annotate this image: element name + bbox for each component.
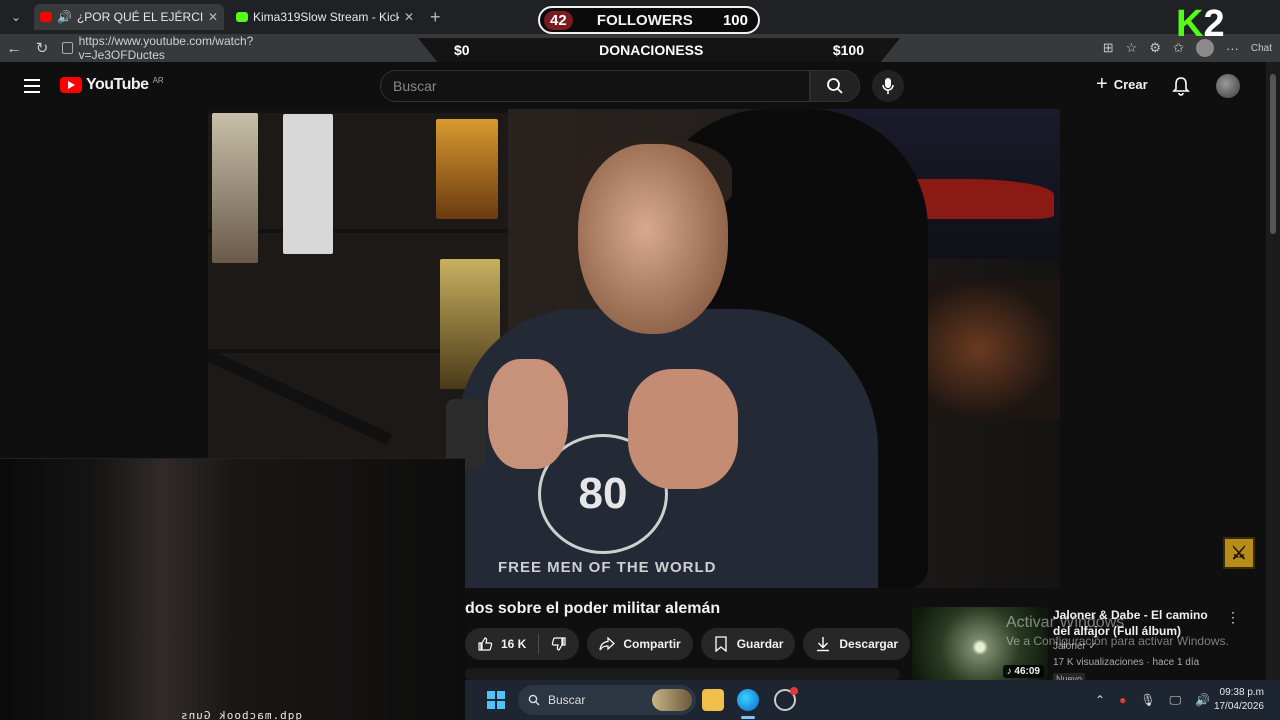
thumbs-up-icon [477, 636, 493, 652]
person-head [578, 144, 728, 334]
speaker-icon[interactable]: 🔊 [57, 10, 72, 24]
favorite-star-icon[interactable]: ☆ [1126, 40, 1138, 56]
search-highlight-art [652, 689, 692, 711]
share-icon [599, 636, 616, 652]
close-tab-icon[interactable]: ✕ [208, 10, 218, 24]
kick-favicon-icon [236, 12, 248, 22]
like-count: 16 K [501, 637, 527, 651]
tab-title: ¿POR QUÉ EL EJÉRCITO NAZI [76, 10, 203, 24]
create-button[interactable]: + Crear [1096, 73, 1148, 95]
video-title: dos sobre el poder militar alemán [465, 600, 721, 617]
comment-box-edge [465, 668, 900, 680]
like-button[interactable]: 16 K [465, 628, 538, 660]
windows-activation-watermark: Activar Windows Ve a Configuración para … [1006, 614, 1229, 648]
poster [212, 113, 258, 263]
scrollbar-thumb[interactable] [1270, 74, 1276, 234]
webcam-overlay: ggb.macbook Guns [0, 458, 465, 720]
tab-list-button[interactable]: ⌄ [4, 5, 28, 29]
taskbar-clock[interactable]: 09:38 p.m 17/04/2026 [1214, 686, 1264, 714]
followers-current: 42 [544, 10, 573, 30]
windows-taskbar: Buscar ⌃ ● 🎙 🖵 🔊 09:38 p.m 17/04/2026 [465, 680, 1280, 720]
share-button[interactable]: Compartir [587, 628, 693, 660]
video-duration: ♪ 46:09 [1002, 665, 1044, 678]
donations-current: $0 [454, 42, 470, 58]
more-options-icon[interactable]: ··· [1226, 41, 1239, 56]
search-button[interactable] [810, 70, 860, 102]
clock-date: 17/04/2026 [1213, 701, 1264, 712]
account-avatar[interactable] [1216, 74, 1240, 98]
extensions-icon[interactable]: ⚙ [1149, 40, 1161, 56]
taskbar-search[interactable]: Buscar [518, 685, 696, 715]
followers-goal-overlay: 42 FOLLOWERS 100 [538, 6, 760, 34]
search-icon [827, 78, 843, 94]
new-tab-icon[interactable]: + [430, 7, 441, 28]
tab-title: Kima319Slow Stream - Kick Dashb [253, 10, 399, 24]
save-button[interactable]: Guardar [700, 628, 796, 660]
left-hand [488, 359, 568, 469]
reload-icon[interactable]: ↻ [28, 39, 56, 57]
shirt-text: FREE MEN OF THE WORLD [498, 559, 717, 576]
webcam-mirrored-text: ggb.macbook Guns [180, 709, 302, 720]
split-screen-icon[interactable]: ⊞ [1103, 40, 1114, 56]
search-icon [528, 694, 540, 706]
microphone-icon [882, 78, 894, 94]
network-icon[interactable]: 🖵 [1170, 693, 1182, 708]
show-hidden-icons-icon[interactable]: ⌃ [1095, 693, 1105, 707]
download-icon [815, 636, 831, 652]
security-alert-icon[interactable]: ● [1119, 693, 1126, 707]
like-dislike-group: 16 K [465, 628, 580, 660]
menu-icon[interactable] [24, 79, 40, 93]
followers-goal: 100 [722, 11, 748, 29]
edge-browser-icon[interactable] [737, 689, 759, 711]
volume-icon[interactable]: 🔊 [1195, 693, 1210, 707]
poster [283, 114, 333, 254]
back-icon[interactable]: ← [0, 40, 28, 57]
url-text: https://www.youtube.com/watch?v=Je3OFDuc… [78, 34, 254, 62]
tab-youtube[interactable]: 🔊 ¿POR QUÉ EL EJÉRCITO NAZI ✕ [34, 4, 224, 30]
chat-button[interactable]: Chat [1251, 43, 1272, 54]
donations-goal: $100 [832, 42, 864, 58]
clock-time: 09:38 p.m [1219, 687, 1264, 698]
plus-icon: + [1096, 73, 1108, 95]
thumbs-down-icon [551, 636, 567, 652]
url-field[interactable]: https://www.youtube.com/watch?v=Je3OFDuc… [62, 34, 302, 62]
file-explorer-icon[interactable] [702, 689, 724, 711]
page-scrollbar[interactable] [1266, 62, 1280, 680]
youtube-favicon-icon [40, 12, 52, 22]
chat-app-icon[interactable] [774, 687, 798, 711]
youtube-logo[interactable]: YouTube AR [60, 76, 164, 94]
channel-watermark-icon[interactable]: ⚔ [1223, 537, 1255, 569]
k2-logo: K2 [1176, 3, 1225, 45]
search-input[interactable]: Buscar [380, 70, 810, 102]
microphone-icon[interactable]: 🎙 [1140, 693, 1155, 707]
voice-search-button[interactable] [872, 70, 904, 102]
close-tab-icon[interactable]: ✕ [404, 10, 414, 24]
active-app-indicator [741, 716, 755, 719]
followers-label: FOLLOWERS [596, 11, 693, 29]
screen: ⌄ 🔊 ¿POR QUÉ EL EJÉRCITO NAZI ✕ Kima319S… [0, 0, 1280, 720]
system-tray: ⌃ ● 🎙 🖵 🔊 [1095, 680, 1210, 720]
bookmark-icon [713, 636, 729, 652]
youtube-header: YouTube AR Buscar + Crear [0, 62, 1266, 110]
windows-start-icon[interactable] [487, 691, 505, 709]
donations-label: DONACIONESS [599, 42, 704, 58]
site-info-icon[interactable] [62, 42, 73, 54]
video-actions: 16 K Compartir Guardar Descargar [465, 628, 951, 660]
tab-kick[interactable]: Kima319Slow Stream - Kick Dashb ✕ [230, 4, 420, 30]
youtube-play-icon [60, 77, 82, 93]
recommended-meta: 17 K visualizaciones · hace 1 día [1053, 657, 1200, 668]
dislike-button[interactable] [539, 628, 579, 660]
download-button[interactable]: Descargar [803, 628, 911, 660]
right-hand [628, 369, 738, 489]
donations-goal-overlay: $0 DONACIONESS $100 [418, 38, 900, 62]
poster [436, 119, 498, 219]
notifications-bell-icon[interactable] [1172, 76, 1190, 101]
